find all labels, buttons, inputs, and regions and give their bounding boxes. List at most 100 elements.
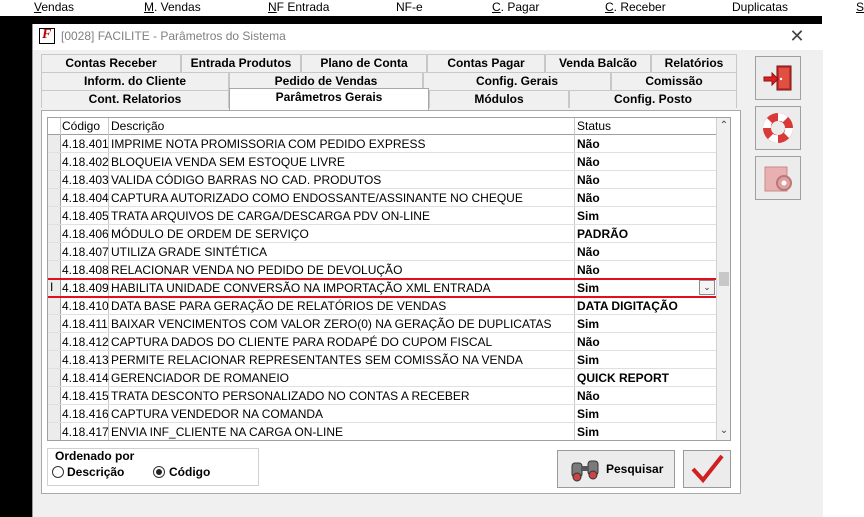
row-indicator[interactable] (48, 351, 61, 368)
row-indicator[interactable] (48, 225, 61, 242)
row-indicator[interactable] (48, 153, 61, 170)
row-indicator[interactable] (48, 315, 61, 332)
row-status[interactable]: Sim (577, 317, 599, 331)
table-row[interactable]: 4.18.411 BAIXAR VENCIMENTOS COM VALOR ZER… (48, 315, 716, 333)
table-row[interactable]: 4.18.414 GERENCIADOR DE ROMANEIO QUICK REP… (48, 369, 716, 387)
row-indicator[interactable] (48, 297, 61, 314)
row-status[interactable]: Não (577, 245, 600, 259)
table-row[interactable]: 4.18.405 TRATA ARQUIVOS DE CARGA/DESCARGA… (48, 207, 716, 225)
table-row[interactable]: 4.18.401 IMPRIME NOTA PROMISSORIA COM PED… (48, 135, 716, 153)
menu-c-receber[interactable]: C. Receber (605, 0, 666, 14)
radio-codigo[interactable] (153, 466, 165, 478)
app-icon (39, 27, 55, 44)
radio-descricao[interactable] (52, 466, 64, 478)
help-button[interactable] (755, 106, 801, 150)
table-row[interactable]: 4.18.403 VALIDA CÓDIGO BARRAS NO CAD. PRO… (48, 171, 716, 189)
row-indicator[interactable] (48, 405, 61, 422)
menu-nf-entrada[interactable]: NF Entrada (268, 0, 329, 14)
window-title: [0028] FACILITE - Parâmetros do Sistema (61, 29, 286, 43)
table-row[interactable]: 4.18.412 CAPTURA DADOS DO CLIENTE PARA RO… (48, 333, 716, 351)
table-row[interactable]: 4.18.407 UTILIZA GRADE SINTÉTICA Não (48, 243, 716, 261)
row-status[interactable]: Não (577, 389, 600, 403)
table-row[interactable]: 4.18.402 BLOQUEIA VENDA SEM ESTOQUE LIVRE… (48, 153, 716, 171)
tab-relatorios[interactable]: Relatórios (651, 54, 737, 72)
tab-config-gerais[interactable]: Config. Gerais (423, 72, 611, 90)
col-codigo-header[interactable]: Código (62, 119, 100, 133)
scroll-up-icon[interactable]: ⌃ (718, 119, 730, 133)
row-status[interactable]: Sim (577, 425, 599, 439)
title-bar: [0028] FACILITE - Parâmetros do Sistema … (33, 24, 823, 50)
row-codigo: 4.18.404 (62, 191, 109, 205)
menu-vendas[interactable]: Vendas (34, 0, 74, 14)
row-indicator[interactable] (48, 333, 61, 350)
pesquisar-button[interactable]: Pesquisar (557, 450, 675, 488)
row-status[interactable]: Não (577, 173, 600, 187)
scroll-thumb[interactable] (719, 272, 729, 286)
row-descricao: CAPTURA AUTORIZADO COMO ENDOSSANTE/ASSIN… (111, 191, 523, 205)
settings-button[interactable] (755, 156, 801, 200)
row-indicator[interactable] (48, 423, 61, 440)
row-descricao: MÓDULO DE ORDEM DE SERVIÇO (111, 227, 309, 241)
row-status[interactable]: Não (577, 137, 600, 151)
tab-parametros-gerais[interactable]: Parâmetros Gerais (229, 88, 429, 110)
grid-vertical-scrollbar[interactable]: ⌃ ⌄ (716, 118, 730, 440)
row-status[interactable]: Sim (577, 407, 599, 421)
row-status[interactable]: QUICK REPORT (577, 371, 669, 385)
row-codigo: 4.18.414 (62, 371, 109, 385)
menu-c-pagar[interactable]: C. Pagar (492, 0, 539, 14)
menu-m-vendas[interactable]: M. Vendas (144, 0, 201, 14)
table-row[interactable]: 4.18.415 TRATA DESCONTO PERSONALIZADO NO … (48, 387, 716, 405)
row-indicator[interactable] (48, 189, 61, 206)
row-descricao: VALIDA CÓDIGO BARRAS NO CAD. PRODUTOS (111, 173, 382, 187)
row-status[interactable]: Não (577, 263, 600, 277)
table-row[interactable]: 4.18.416 CAPTURA VENDEDOR NA COMANDA Sim (48, 405, 716, 423)
row-indicator[interactable] (48, 243, 61, 260)
table-row[interactable]: 4.18.413 PERMITE RELACIONAR REPRESENTANTE… (48, 351, 716, 369)
tab-cont-relatorios[interactable]: Cont. Relatorios (41, 90, 229, 108)
row-status[interactable]: Não (577, 155, 600, 169)
table-row[interactable]: 4.18.404 CAPTURA AUTORIZADO COMO ENDOSSAN… (48, 189, 716, 207)
row-indicator[interactable] (48, 171, 61, 188)
radio-codigo-label[interactable]: Código (169, 465, 210, 479)
table-row[interactable]: 4.18.417 ENVIA INF_CLIENTE NA CARGA ON-LI… (48, 423, 716, 440)
exit-button[interactable] (755, 56, 801, 100)
tab-venda-balcao[interactable]: Venda Balcão (545, 54, 651, 72)
parametros-grid[interactable]: Código Descrição Status 4.18.401 IMPRIME … (47, 117, 731, 441)
tab-plano-de-conta[interactable]: Plano de Conta (301, 54, 427, 72)
table-row[interactable]: 4.18.408 RELACIONAR VENDA NO PEDIDO DE DE… (48, 261, 716, 279)
menu-duplicatas[interactable]: Duplicatas (732, 0, 788, 14)
row-indicator[interactable] (48, 387, 61, 404)
row-status[interactable]: PADRÃO (577, 227, 628, 241)
row-indicator[interactable] (48, 135, 61, 152)
tab-modulos[interactable]: Módulos (429, 90, 569, 108)
exit-door-icon (763, 65, 792, 91)
row-status[interactable]: Sim (577, 353, 599, 367)
confirm-button[interactable] (683, 450, 731, 488)
row-descricao: BLOQUEIA VENDA SEM ESTOQUE LIVRE (111, 155, 345, 169)
row-codigo: 4.18.402 (62, 155, 109, 169)
close-button[interactable]: ✕ (785, 26, 809, 46)
row-status[interactable]: Não (577, 191, 600, 205)
row-status[interactable]: Não (577, 335, 600, 349)
table-row[interactable]: 4.18.410 DATA BASE PARA GERAÇÃO DE RELATÓ… (48, 297, 716, 315)
row-indicator[interactable] (48, 207, 61, 224)
tab-comissao[interactable]: Comissão (611, 72, 737, 90)
row-codigo: 4.18.408 (62, 263, 109, 277)
row-status[interactable]: DATA DIGITAÇÃO (577, 299, 678, 313)
tab-inform-cliente[interactable]: Inform. do Cliente (41, 72, 229, 90)
radio-descricao-label[interactable]: Descrição (67, 465, 124, 479)
scroll-down-icon[interactable]: ⌄ (718, 424, 730, 438)
parametros-window: [0028] FACILITE - Parâmetros do Sistema … (32, 24, 823, 517)
tab-config-posto[interactable]: Config. Posto (569, 90, 737, 108)
menu-s[interactable]: S (856, 0, 864, 14)
tab-entrada-produtos[interactable]: Entrada Produtos (181, 54, 301, 72)
row-indicator[interactable] (48, 261, 61, 278)
table-row[interactable]: 4.18.406 MÓDULO DE ORDEM DE SERVIÇO PADRÃO (48, 225, 716, 243)
col-descricao-header[interactable]: Descrição (111, 119, 164, 133)
row-status[interactable]: Sim (577, 209, 599, 223)
tab-contas-receber[interactable]: Contas Receber (41, 54, 181, 72)
row-indicator[interactable] (48, 369, 61, 386)
col-status-header[interactable]: Status (577, 119, 611, 133)
tab-contas-pagar[interactable]: Contas Pagar (427, 54, 545, 72)
menu-nfe[interactable]: NF-e (396, 0, 423, 14)
